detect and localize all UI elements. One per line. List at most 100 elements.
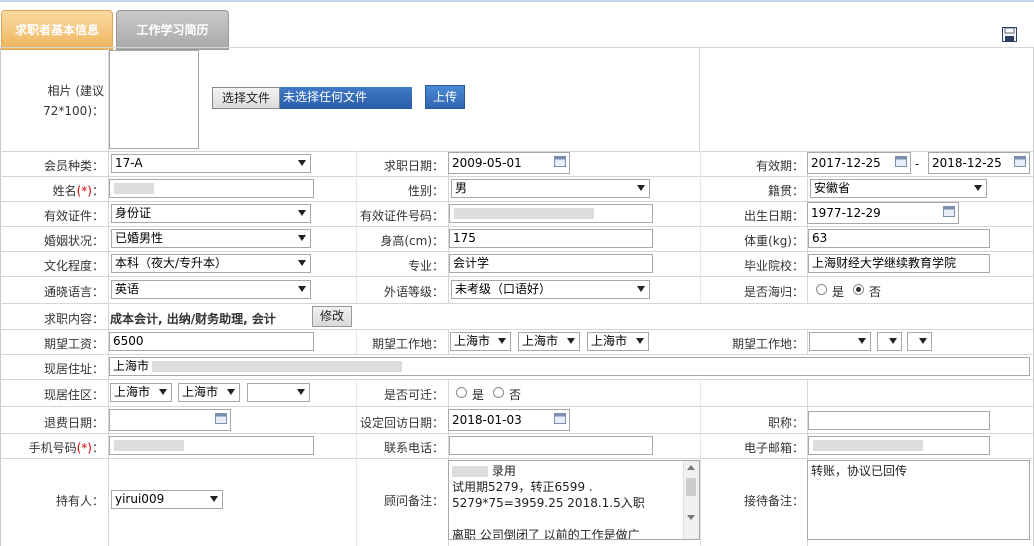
mobile-input[interactable]: [109, 436, 314, 455]
holder-select[interactable]: yirui009: [111, 490, 223, 509]
language-level-select[interactable]: 未考级（口语好）: [451, 280, 650, 299]
marital-label: 婚姻状况：: [43, 234, 104, 248]
email-input[interactable]: [808, 436, 990, 455]
weight-input[interactable]: 63: [808, 229, 990, 248]
id-number-input[interactable]: [449, 204, 653, 223]
name-input[interactable]: [109, 179, 314, 198]
education-label: 文化程度：: [43, 259, 104, 273]
weight-label: 体重(kg)：: [744, 234, 804, 248]
job-date-label: 求职日期：: [383, 159, 444, 173]
phone-label: 联系电话：: [383, 441, 444, 455]
modify-button[interactable]: 修改: [312, 306, 352, 327]
reception-note-textarea[interactable]: 转账，协议已回传: [807, 460, 1030, 540]
job-date-input[interactable]: 2009-05-01: [448, 152, 570, 174]
district-select-1[interactable]: 上海市: [110, 383, 172, 402]
calendar-icon[interactable]: [554, 156, 566, 167]
reception-note-label: 接待备注：: [743, 494, 804, 508]
refund-date-label: 退费日期：: [43, 416, 104, 430]
overseas-label: 是否海归：: [743, 285, 804, 299]
consultant-note-scrollbar[interactable]: [683, 461, 699, 539]
major-label: 专业：: [407, 259, 444, 273]
work-place-select-2[interactable]: 上海市: [518, 332, 580, 351]
overseas-no-label: 否: [869, 285, 882, 299]
work-place-select-1[interactable]: 上海市: [450, 332, 511, 351]
address-label: 现居住址：: [43, 362, 104, 376]
height-input[interactable]: 175: [449, 229, 653, 248]
mobile-label: 手机号码(*)：: [28, 441, 104, 455]
tab-bar: 求职者基本信息 工作学习简历: [0, 0, 1034, 50]
salary-input[interactable]: 6500: [109, 332, 314, 351]
relocate-yes-radio[interactable]: [456, 387, 467, 398]
title-label: 职称：: [767, 416, 804, 430]
work-place-2-select-2[interactable]: [877, 332, 902, 351]
consultant-note-textarea[interactable]: 录用 试用期5279，转正6599 . 5279*75=3959.25 2018…: [448, 460, 700, 540]
email-label: 电子邮箱：: [743, 441, 804, 455]
tab-work-history[interactable]: 工作学习简历: [116, 10, 229, 50]
valid-end-input[interactable]: 2018-12-25: [928, 152, 1030, 174]
choose-file-button[interactable]: 选择文件: [212, 87, 280, 109]
birth-date-input[interactable]: 1977-12-29: [807, 202, 959, 224]
id-number-label: 有效证件号码：: [359, 209, 444, 223]
consultant-note-label: 顾问备注：: [383, 494, 444, 508]
language-select[interactable]: 英语: [111, 280, 311, 299]
work-place-2-select-3[interactable]: [907, 332, 932, 351]
title-input[interactable]: [808, 411, 990, 430]
calendar-icon[interactable]: [215, 413, 227, 424]
major-input[interactable]: 会计学: [449, 254, 653, 273]
member-type-label: 会员种类：: [43, 159, 104, 173]
relocate-yes-label: 是: [472, 388, 485, 402]
work-place-label: 期望工作地：: [371, 337, 444, 351]
gender-select[interactable]: 男: [451, 179, 650, 198]
native-label: 籍贯：: [767, 184, 804, 198]
relocate-no-label: 否: [509, 388, 522, 402]
native-select[interactable]: 安徽省: [810, 179, 987, 198]
valid-period-separator: -: [915, 157, 920, 171]
height-label: 身高(cm)：: [380, 234, 444, 248]
name-label: 姓名(*)：: [52, 184, 104, 198]
revisit-date-label: 设定回访日期：: [359, 416, 444, 430]
relocate-label: 是否可迁：: [383, 388, 444, 402]
scroll-down-arrow-icon[interactable]: [687, 515, 695, 520]
gender-label: 性别：: [407, 184, 444, 198]
save-icon[interactable]: [1002, 27, 1017, 42]
job-content-value: 成本会计, 出纳/财务助理, 会计: [110, 312, 276, 326]
district-select-3[interactable]: [247, 383, 310, 402]
member-type-select[interactable]: 17-A: [111, 154, 311, 173]
relocate-no-radio[interactable]: [493, 387, 504, 398]
overseas-yes-label: 是: [832, 285, 845, 299]
job-content-label: 求职内容：: [43, 312, 104, 326]
salary-label: 期望工资：: [43, 337, 104, 351]
work-place-2-label: 期望工作地：: [731, 337, 804, 351]
work-place-select-3[interactable]: 上海市: [587, 332, 649, 351]
address-input[interactable]: 上海市: [109, 357, 1030, 376]
photo-box: [109, 50, 199, 149]
upload-button[interactable]: 上传: [425, 85, 465, 109]
valid-start-input[interactable]: 2017-12-25: [807, 152, 911, 174]
district-select-2[interactable]: 上海市: [178, 383, 240, 402]
calendar-icon[interactable]: [1014, 156, 1026, 167]
education-select[interactable]: 本科（夜大/专升本）: [111, 254, 311, 273]
id-type-label: 有效证件：: [43, 209, 104, 223]
birth-date-label: 出生日期：: [743, 209, 804, 223]
phone-input[interactable]: [449, 436, 653, 455]
language-label: 通晓语言：: [43, 285, 104, 299]
overseas-no-radio[interactable]: [853, 284, 864, 295]
scroll-up-arrow-icon[interactable]: [687, 465, 695, 470]
id-type-select[interactable]: 身份证: [111, 204, 311, 223]
calendar-icon[interactable]: [943, 206, 955, 217]
school-label: 毕业院校：: [743, 259, 804, 273]
refund-date-input[interactable]: [109, 409, 231, 431]
work-place-2-select-1[interactable]: [809, 332, 871, 351]
file-name-display: 未选择任何文件: [280, 87, 412, 109]
overseas-yes-radio[interactable]: [816, 284, 827, 295]
school-input[interactable]: 上海财经大学继续教育学院: [808, 254, 990, 273]
calendar-icon[interactable]: [554, 413, 566, 424]
language-level-label: 外语等级：: [383, 285, 444, 299]
scroll-thumb[interactable]: [686, 478, 696, 496]
valid-period-label: 有效期：: [755, 159, 804, 173]
tab-basic-info[interactable]: 求职者基本信息: [1, 10, 113, 50]
holder-label: 持有人：: [55, 494, 104, 508]
calendar-icon[interactable]: [895, 156, 907, 167]
marital-select[interactable]: 已婚男性: [111, 229, 311, 248]
revisit-date-input[interactable]: 2018-01-03: [448, 409, 570, 431]
